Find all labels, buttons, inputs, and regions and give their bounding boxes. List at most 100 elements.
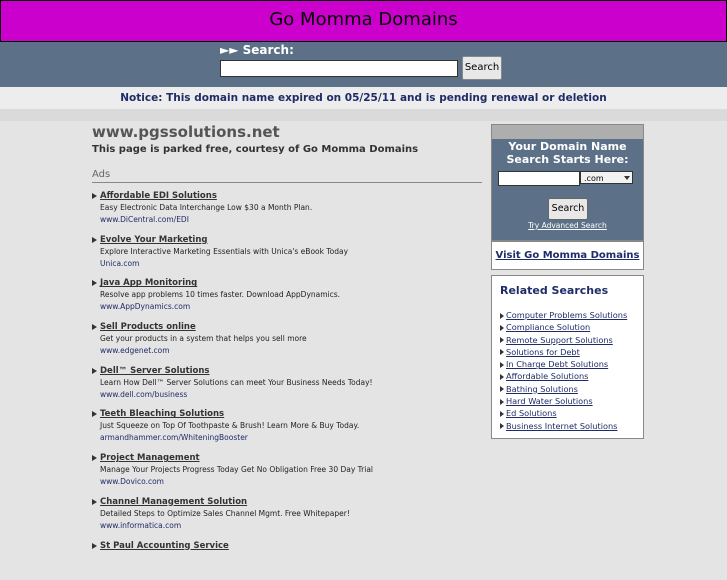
- ad-item: Affordable EDI Solutions Easy Electronic …: [92, 191, 482, 231]
- ad-url[interactable]: www.dell.com/business: [100, 390, 187, 399]
- ads-list: Affordable EDI Solutions Easy Electronic …: [92, 191, 482, 580]
- triangle-bullet-icon: [500, 349, 504, 355]
- advanced-search-link[interactable]: Try Advanced Search: [492, 221, 643, 230]
- domain-search-input[interactable]: [498, 171, 580, 186]
- related-item[interactable]: Compliance Solution: [500, 321, 627, 333]
- tld-value: .com: [584, 174, 604, 183]
- ad-item: Java App Monitoring Resolve app problems …: [92, 278, 482, 318]
- domain-search-button[interactable]: Search: [548, 198, 588, 220]
- visit-go-momma-link[interactable]: Visit Go Momma Domains: [496, 250, 640, 261]
- related-item[interactable]: Solutions for Debt: [500, 346, 627, 358]
- triangle-bullet-icon: [500, 313, 504, 319]
- search-bar: ►► Search: Search: [0, 42, 727, 87]
- main-content: www.pgssolutions.net This page is parked…: [92, 122, 482, 580]
- triangle-bullet-icon: [92, 499, 97, 505]
- ad-title[interactable]: St Paul Accounting Service: [100, 541, 229, 551]
- search-button[interactable]: Search: [462, 56, 502, 80]
- triangle-bullet-icon: [500, 325, 504, 331]
- ad-title[interactable]: Project Management: [100, 453, 200, 463]
- ads-label: Ads: [92, 169, 482, 180]
- related-link[interactable]: Remote Support Solutions: [506, 335, 613, 345]
- parked-subtitle: This page is parked free, courtesy of Go…: [92, 144, 482, 155]
- related-link[interactable]: Compliance Solution: [506, 322, 590, 332]
- related-item[interactable]: Affordable Solutions: [500, 370, 627, 382]
- triangle-bullet-icon: [92, 411, 97, 417]
- ad-title[interactable]: Sell Products online: [100, 322, 196, 332]
- triangle-bullet-icon: [92, 280, 97, 286]
- related-item[interactable]: Bathing Solutions: [500, 383, 627, 395]
- ad-description: Learn How Dell™ Server Solutions can mee…: [100, 378, 373, 387]
- domain-search-box: Your Domain Name Search Starts Here: .co…: [491, 124, 644, 241]
- ad-item: Teeth Bleaching Solutions Just Squeeze on…: [92, 409, 482, 449]
- related-link[interactable]: In Charge Debt Solutions: [506, 359, 608, 369]
- ad-description: Resolve app problems 10 times faster. Do…: [100, 290, 340, 299]
- triangle-bullet-icon: [92, 193, 97, 199]
- triangle-bullet-icon: [500, 423, 504, 429]
- ad-url[interactable]: www.Dovico.com: [100, 477, 164, 486]
- ad-url[interactable]: www.informatica.com: [100, 521, 181, 530]
- ad-description: Get your products in a system that helps…: [100, 334, 307, 343]
- related-link[interactable]: Business Internet Solutions: [506, 421, 617, 431]
- ad-title[interactable]: Evolve Your Marketing: [100, 235, 207, 245]
- ad-title[interactable]: Teeth Bleaching Solutions: [100, 409, 224, 419]
- ad-url[interactable]: www.DiCentral.com/EDI: [100, 215, 189, 224]
- ad-item: Evolve Your Marketing Explore Interactive…: [92, 235, 482, 275]
- search-input[interactable]: [220, 60, 458, 77]
- tld-select[interactable]: .com: [580, 171, 633, 184]
- triangle-bullet-icon: [92, 455, 97, 461]
- related-list: Computer Problems Solutions Compliance So…: [500, 309, 627, 432]
- related-link[interactable]: Hard Water Solutions: [506, 396, 593, 406]
- ad-description: Easy Electronic Data Interchange Low $30…: [100, 203, 312, 212]
- ads-divider: [92, 182, 482, 183]
- triangle-bullet-icon: [92, 368, 97, 374]
- triangle-bullet-icon: [500, 411, 504, 417]
- ad-url[interactable]: www.edgenet.com: [100, 346, 170, 355]
- triangle-bullet-icon: [500, 386, 504, 392]
- ad-title[interactable]: Dell™ Server Solutions: [100, 366, 210, 376]
- related-link[interactable]: Affordable Solutions: [506, 371, 588, 381]
- ad-description: Manage Your Projects Progress Today Get …: [100, 465, 373, 474]
- expiry-notice: Notice: This domain name expired on 05/2…: [0, 87, 727, 109]
- ad-description: Just Squeeze on Top Of Toothpaste & Brus…: [100, 421, 359, 430]
- related-item[interactable]: Business Internet Solutions: [500, 420, 627, 432]
- related-item[interactable]: Hard Water Solutions: [500, 395, 627, 407]
- divider-stripe: [0, 109, 727, 121]
- related-link[interactable]: Computer Problems Solutions: [506, 310, 627, 320]
- related-link[interactable]: Ed Solutions: [506, 408, 557, 418]
- site-header: Go Momma Domains: [0, 0, 727, 42]
- domain-title: www.pgssolutions.net: [92, 122, 482, 142]
- related-item[interactable]: In Charge Debt Solutions: [500, 358, 627, 370]
- related-link[interactable]: Bathing Solutions: [506, 384, 578, 394]
- domain-search-heading: Your Domain Name Search Starts Here:: [492, 140, 643, 166]
- site-title: Go Momma Domains: [269, 1, 457, 39]
- related-heading: Related Searches: [500, 284, 608, 297]
- triangle-bullet-icon: [92, 543, 97, 549]
- chevron-down-icon: [624, 176, 630, 180]
- ad-title[interactable]: Affordable EDI Solutions: [100, 191, 217, 201]
- ad-description: Explore Interactive Marketing Essentials…: [100, 247, 348, 256]
- ad-title[interactable]: Java App Monitoring: [100, 278, 197, 288]
- ad-description: Detailed Steps to Optimize Sales Channel…: [100, 509, 350, 518]
- ad-title[interactable]: Channel Management Solution: [100, 497, 247, 507]
- ad-item: St Paul Accounting Service: [92, 541, 482, 580]
- search-label: ►► Search:: [220, 43, 294, 57]
- ad-url[interactable]: Unica.com: [100, 259, 139, 268]
- ad-item: Sell Products online Get your products in…: [92, 322, 482, 362]
- box-top-strip: [492, 125, 643, 139]
- ad-url[interactable]: www.AppDynamics.com: [100, 302, 190, 311]
- ad-url[interactable]: armandhammer.com/WhiteningBooster: [100, 433, 248, 442]
- related-link[interactable]: Solutions for Debt: [506, 347, 580, 357]
- triangle-bullet-icon: [92, 324, 97, 330]
- related-item[interactable]: Remote Support Solutions: [500, 334, 627, 346]
- triangle-bullet-icon: [500, 362, 504, 368]
- ad-item: Project Management Manage Your Projects P…: [92, 453, 482, 493]
- related-item[interactable]: Ed Solutions: [500, 407, 627, 419]
- related-item[interactable]: Computer Problems Solutions: [500, 309, 627, 321]
- triangle-bullet-icon: [500, 337, 504, 343]
- related-searches: Related Searches Computer Problems Solut…: [491, 275, 644, 439]
- triangle-bullet-icon: [500, 399, 504, 405]
- visit-link-box: Visit Go Momma Domains: [491, 241, 644, 270]
- ad-item: Dell™ Server Solutions Learn How Dell™ Se…: [92, 366, 482, 406]
- triangle-bullet-icon: [92, 237, 97, 243]
- ad-item: Channel Management Solution Detailed Step…: [92, 497, 482, 537]
